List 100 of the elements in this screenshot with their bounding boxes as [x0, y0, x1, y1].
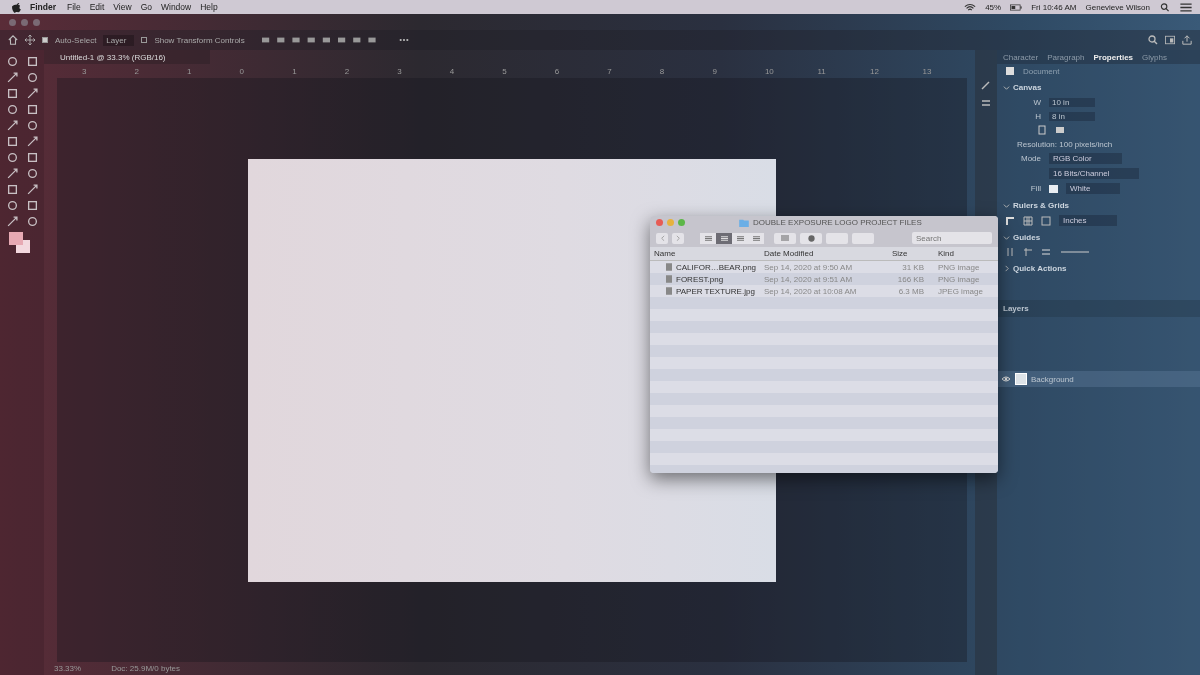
guide-layout-icon[interactable] — [1023, 247, 1033, 257]
panel-title[interactable]: Layers — [997, 300, 1200, 317]
share-icon[interactable] — [1182, 35, 1192, 45]
menu-item[interactable]: Finder — [30, 2, 56, 12]
ruler-label: 3 — [397, 66, 403, 76]
menu-item[interactable]: View — [113, 2, 132, 12]
menu-item[interactable]: Edit — [89, 2, 105, 12]
guides-icon[interactable] — [1005, 247, 1015, 257]
chevron-icon[interactable] — [1003, 202, 1010, 209]
section-header[interactable]: Quick Actions — [997, 259, 1200, 276]
search-field[interactable]: Search — [912, 232, 992, 244]
file-name[interactable]: FOREST.png — [676, 274, 724, 284]
section-header[interactable]: Rulers & Grids — [997, 196, 1200, 213]
height-field[interactable]: 8 in — [1049, 111, 1095, 121]
column-header[interactable]: Date Modified — [760, 249, 876, 258]
move-tool-icon[interactable] — [25, 35, 35, 45]
tool-icon[interactable] — [7, 120, 18, 131]
eye-icon[interactable] — [1001, 374, 1011, 384]
tool-icon[interactable] — [27, 216, 38, 227]
apple-icon[interactable] — [12, 1, 21, 13]
ruler-icon[interactable] — [1005, 215, 1015, 226]
fill-swatch[interactable] — [1049, 184, 1058, 193]
tool-icon[interactable] — [7, 136, 18, 147]
menu-item[interactable]: Go — [140, 2, 152, 12]
color-swatches[interactable] — [7, 232, 31, 254]
home-icon[interactable] — [8, 35, 18, 45]
width-field[interactable]: 10 in — [1049, 97, 1095, 107]
tool-icon[interactable] — [7, 168, 18, 179]
fill-dropdown[interactable]: White — [1066, 183, 1121, 194]
chevron-icon[interactable] — [1003, 84, 1010, 91]
checkbox-label: Show Transform Controls — [154, 35, 245, 45]
landscape-icon[interactable] — [1055, 125, 1065, 135]
tool-icon[interactable] — [7, 88, 18, 99]
menu-icon[interactable] — [1180, 2, 1192, 12]
workspace-icon[interactable] — [1165, 35, 1175, 45]
ruler-label: 11 — [817, 66, 827, 76]
tool-icon[interactable] — [27, 168, 38, 179]
auto-select-checkbox[interactable] — [42, 37, 48, 43]
user-name[interactable]: Genevieve Wilson — [1085, 2, 1150, 12]
ruler-label: 5 — [502, 66, 508, 76]
column-header[interactable]: Name — [650, 249, 760, 258]
target-dropdown[interactable]: Layer — [103, 34, 135, 46]
view-mode-button[interactable] — [732, 232, 748, 244]
column-header[interactable]: Size — [876, 249, 932, 258]
panel-tab[interactable]: Properties — [1093, 52, 1134, 62]
tool-icon[interactable] — [7, 184, 18, 195]
back-icon — [659, 234, 665, 242]
pixel-grid-icon[interactable] — [1041, 215, 1051, 226]
search-icon[interactable] — [1148, 35, 1158, 45]
tool-icon[interactable] — [27, 136, 38, 147]
battery-icon[interactable] — [1010, 2, 1023, 12]
column-header[interactable]: Kind — [932, 249, 998, 258]
file-name[interactable]: PAPER TEXTURE.jpg — [676, 286, 755, 296]
tool-icon[interactable] — [27, 184, 38, 195]
chevron-icon[interactable] — [1003, 265, 1010, 272]
table-cell-text: 31 KB — [901, 262, 925, 272]
tool-icon[interactable] — [27, 72, 38, 83]
tool-icon[interactable] — [7, 104, 18, 115]
menu-item[interactable]: Help — [200, 2, 218, 12]
tool-icon[interactable] — [27, 152, 38, 163]
wifi-icon[interactable] — [964, 2, 977, 12]
view-mode-button[interactable] — [748, 232, 764, 244]
ruler-label: 7 — [607, 66, 613, 76]
menu-item[interactable]: File — [67, 2, 81, 12]
zoom-level[interactable]: 33.33% — [54, 664, 82, 673]
portrait-icon[interactable] — [1037, 125, 1047, 135]
file-name[interactable]: CALIFOR…BEAR.png — [676, 262, 757, 272]
checkbox-label: Auto-Select — [55, 35, 97, 45]
tool-icon[interactable] — [27, 120, 38, 131]
transform-controls-checkbox[interactable] — [141, 37, 148, 43]
view-mode-button[interactable] — [716, 232, 732, 244]
menu-item[interactable]: Window — [160, 2, 192, 12]
tool-icon[interactable] — [7, 200, 18, 211]
tool-icon[interactable] — [7, 216, 18, 227]
layer-row[interactable]: Background — [997, 371, 1200, 387]
tool-icon[interactable] — [7, 72, 18, 83]
bit-depth-dropdown[interactable]: 16 Bits/Channel — [1049, 168, 1140, 179]
tool-icon[interactable] — [7, 152, 18, 163]
tool-icon[interactable] — [27, 56, 38, 67]
units-dropdown[interactable]: Inches — [1059, 215, 1117, 226]
guide-layout-icon[interactable] — [1041, 247, 1051, 257]
section-header[interactable]: Canvas — [997, 78, 1200, 95]
view-mode-button[interactable] — [700, 232, 716, 244]
action-button[interactable] — [800, 232, 822, 244]
document-tab[interactable]: Untitled-1 @ 33.3% (RGB/16) — [44, 50, 210, 64]
panel-tab[interactable]: Character — [1003, 52, 1039, 62]
chevron-icon[interactable] — [1003, 234, 1010, 241]
search-icon[interactable] — [1159, 2, 1171, 12]
tool-icon[interactable] — [7, 56, 18, 67]
tool-icon[interactable] — [27, 88, 38, 99]
tool-icon[interactable] — [27, 200, 38, 211]
brush-icon[interactable] — [981, 80, 991, 90]
panel-tab[interactable]: Paragraph — [1047, 52, 1085, 62]
clock[interactable]: Fri 10:46 AM — [1031, 2, 1077, 12]
tool-icon[interactable] — [27, 104, 38, 115]
mode-dropdown[interactable]: RGB Color — [1049, 153, 1122, 164]
section-header[interactable]: Guides — [997, 228, 1200, 245]
panel-tab[interactable]: Glyphs — [1142, 52, 1167, 62]
forward-icon — [675, 234, 681, 242]
adjust-icon[interactable] — [981, 98, 991, 108]
